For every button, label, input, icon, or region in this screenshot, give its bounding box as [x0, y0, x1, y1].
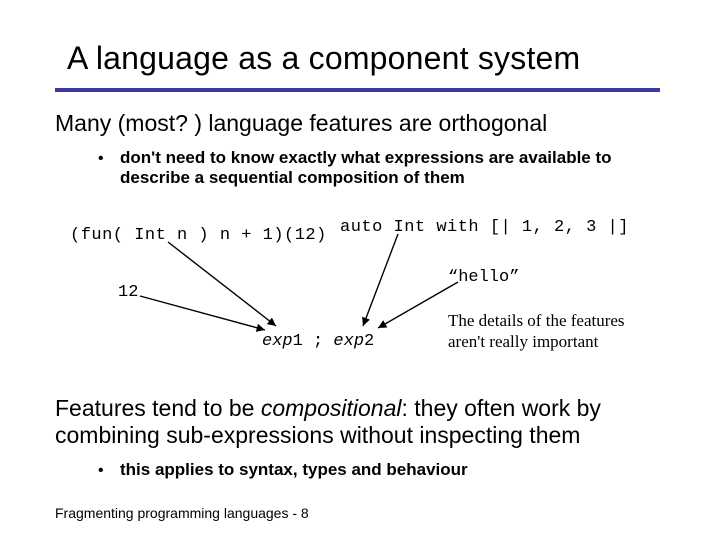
slide-footer: Fragmenting programming languages - 8	[55, 505, 309, 521]
compositional-line: Features tend to be compositional: they …	[55, 395, 655, 449]
code-fun-example: (fun( Int n ) n + 1)(12)	[70, 226, 327, 245]
title-rule	[55, 88, 660, 92]
exp1-label: exp	[262, 332, 293, 351]
bullet-2-text: this applies to syntax, types and behavi…	[120, 460, 468, 479]
arrows-overlay	[0, 0, 720, 540]
literal-hello: “hello”	[448, 268, 519, 287]
bullet-dot-icon: •	[98, 150, 104, 168]
intro-line: Many (most? ) language features are orth…	[55, 110, 615, 137]
bullet-1: • don't need to know exactly what expres…	[120, 148, 620, 188]
exp2-label: exp	[333, 332, 364, 351]
bullet-dot-icon: •	[98, 462, 104, 480]
exp-composition: exp1 ; exp2	[262, 332, 374, 351]
exp1-num: 1	[293, 332, 303, 351]
bullet-1-text: don't need to know exactly what expressi…	[120, 148, 612, 187]
code-auto-example: auto Int with [| 1, 2, 3 |]	[340, 218, 629, 237]
p2-em: compositional	[261, 395, 402, 421]
exp2-num: 2	[364, 332, 374, 351]
literal-12: 12	[118, 283, 138, 302]
bullet-2: • this applies to syntax, types and beha…	[120, 460, 640, 480]
exp-sep: ;	[303, 332, 334, 351]
slide: A language as a component system Many (m…	[0, 0, 720, 540]
p2-a: Features tend to be	[55, 395, 261, 421]
slide-title: A language as a component system	[67, 40, 667, 77]
sidenote: The details of the features aren't reall…	[448, 310, 638, 353]
